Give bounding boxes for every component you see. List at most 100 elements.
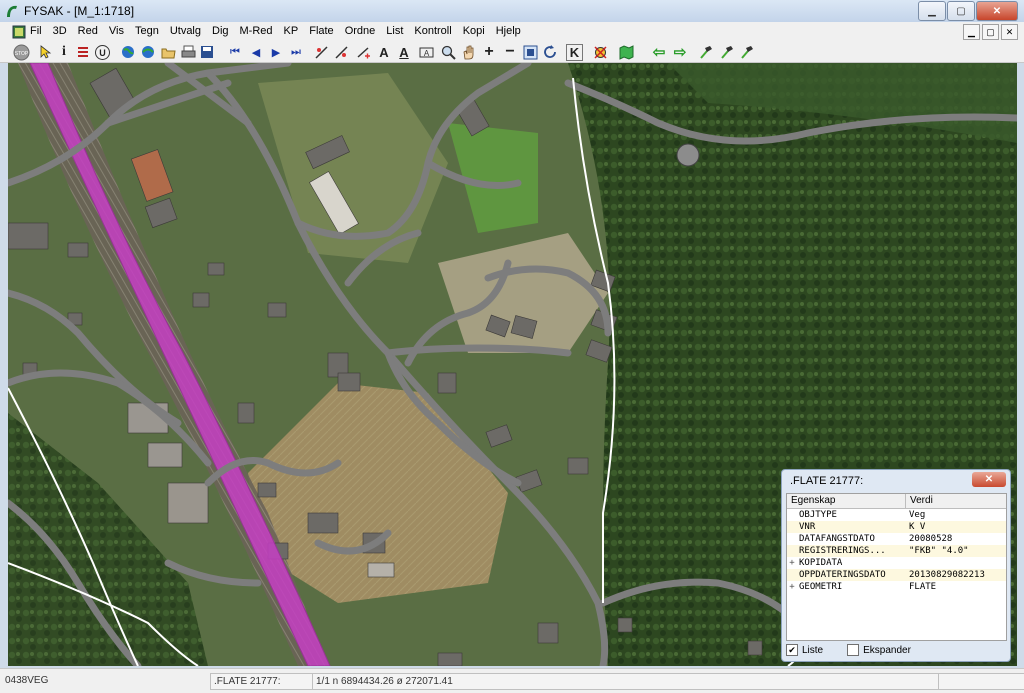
snap-icon[interactable] xyxy=(592,44,608,60)
text-a-icon[interactable]: A xyxy=(376,44,392,60)
zoom-window-icon[interactable] xyxy=(522,44,538,60)
text-a2-icon[interactable]: A xyxy=(396,44,412,60)
property-key: VNR xyxy=(799,522,816,532)
property-key: GEOMETRI xyxy=(799,582,843,592)
info-icon[interactable]: i xyxy=(56,44,72,60)
status-extra xyxy=(938,673,1024,690)
table-row[interactable]: + GEOMETRI FLATE xyxy=(787,581,1006,593)
zoom-in-icon[interactable]: + xyxy=(481,43,497,60)
round-building xyxy=(676,143,700,167)
open-folder-icon[interactable] xyxy=(160,44,176,60)
pointer-icon[interactable] xyxy=(37,44,53,60)
column-header-verdi[interactable]: Verdi xyxy=(906,494,933,508)
table-row[interactable]: REGISTRERINGS... "FKB" "4.0" xyxy=(787,545,1006,557)
panel-close-button[interactable]: ✕ xyxy=(972,472,1006,487)
text-edit-icon[interactable]: A xyxy=(418,44,434,60)
edit-point-icon[interactable] xyxy=(355,44,371,60)
panel-footer: ✔ Liste Ekspander xyxy=(786,644,911,656)
property-key: OPPDATERINGSDATO xyxy=(799,570,886,580)
menu-kontroll[interactable]: Kontroll xyxy=(414,25,451,37)
status-coordinates: 1/1 n 6894434.26 ø 272071.41 xyxy=(312,673,940,690)
table-row[interactable]: + KOPIDATA xyxy=(787,557,1006,569)
mdi-restore-button[interactable]: ▢ xyxy=(982,24,999,40)
property-value xyxy=(905,557,1006,569)
table-header: Egenskap Verdi xyxy=(787,494,1006,509)
hammer3-icon[interactable] xyxy=(738,44,754,60)
mdi-minimize-button[interactable]: ▁ xyxy=(963,24,980,40)
next-icon[interactable]: ▶ xyxy=(268,44,284,60)
menu-list[interactable]: List xyxy=(386,25,403,37)
fysak-app-icon xyxy=(7,5,17,17)
zoom-icon[interactable] xyxy=(440,44,456,60)
stop-icon[interactable]: STOP xyxy=(12,44,30,60)
pan-hand-icon[interactable] xyxy=(460,44,476,60)
save-icon[interactable] xyxy=(199,44,215,60)
menu-flate[interactable]: Flate xyxy=(309,25,333,37)
status-object: .FLATE 21777: xyxy=(210,673,314,690)
zoom-out-icon[interactable]: − xyxy=(502,43,518,60)
column-header-egenskap[interactable]: Egenskap xyxy=(787,494,906,508)
menu-red[interactable]: Red xyxy=(78,25,98,37)
last-icon[interactable]: ⏭ xyxy=(288,44,304,60)
expand-kopidata-icon[interactable]: + xyxy=(787,557,797,569)
ekspander-checkbox[interactable] xyxy=(847,644,860,656)
hammer2-icon[interactable] xyxy=(718,44,734,60)
refresh-icon[interactable] xyxy=(542,44,558,60)
window-title: FYSAK - [M_1:1718] xyxy=(24,4,135,18)
close-button[interactable]: ✕ xyxy=(976,1,1018,21)
table-row[interactable]: VNR K V xyxy=(787,521,1006,533)
document-icon[interactable] xyxy=(12,25,26,39)
liste-label: Liste xyxy=(802,644,824,656)
menu-ordne[interactable]: Ordne xyxy=(345,25,376,37)
status-bar: 0438VEG .FLATE 21777: 1/1 n 6894434.26 ø… xyxy=(0,668,1024,693)
expand-geometri-icon[interactable]: + xyxy=(787,581,797,593)
properties-table: Egenskap Verdi OBJTYPE Veg VNR K V DATAF… xyxy=(786,493,1007,641)
menu-kopi[interactable]: Kopi xyxy=(463,25,485,37)
row-expander xyxy=(787,545,797,557)
property-key: OBJTYPE xyxy=(799,510,837,520)
forward-arrow-icon[interactable]: ⇨ xyxy=(672,44,688,61)
globe-icon[interactable] xyxy=(120,44,136,60)
property-value: FLATE xyxy=(909,582,937,592)
table-row[interactable]: OPPDATERINGSDATO 20130829082213 xyxy=(787,569,1006,581)
minimize-button[interactable]: ▁ xyxy=(918,1,946,21)
edit-line-icon[interactable] xyxy=(333,44,349,60)
menu-dig[interactable]: Dig xyxy=(212,25,229,37)
menu-hjelp[interactable]: Hjelp xyxy=(496,25,521,37)
title-bar: FYSAK - [M_1:1718] ▁ ▢ ✕ xyxy=(0,0,1024,23)
row-expander xyxy=(787,509,797,521)
prev-icon[interactable]: ◀ xyxy=(248,44,264,60)
back-arrow-icon[interactable]: ⇦ xyxy=(651,44,667,61)
k-icon[interactable]: K xyxy=(566,44,583,61)
first-icon[interactable]: ⏮ xyxy=(227,44,243,60)
menu-m-red[interactable]: M-Red xyxy=(240,25,273,37)
menu-3d[interactable]: 3D xyxy=(53,25,67,37)
property-value: 20080528 xyxy=(909,534,953,544)
maximize-button[interactable]: ▢ xyxy=(947,1,975,21)
property-key: REGISTRERINGS... xyxy=(799,546,886,556)
mdi-close-button[interactable]: ✕ xyxy=(1001,24,1018,40)
layers-icon[interactable] xyxy=(75,44,91,60)
property-value: Veg xyxy=(909,510,926,520)
table-row[interactable]: DATAFANGSTDATO 20080528 xyxy=(787,533,1006,545)
draw-line-icon[interactable] xyxy=(313,44,329,60)
properties-panel: .FLATE 21777: ✕ Egenskap Verdi OBJTYPE V… xyxy=(781,469,1011,662)
hammer-icon[interactable] xyxy=(697,44,713,60)
globe2-icon[interactable] xyxy=(140,44,156,60)
table-row[interactable]: OBJTYPE Veg xyxy=(787,509,1006,521)
liste-checkbox[interactable]: ✔ xyxy=(786,644,798,656)
row-expander xyxy=(787,521,797,533)
panel-title: .FLATE 21777: xyxy=(790,475,864,487)
print-icon[interactable] xyxy=(180,44,196,60)
svg-text:A: A xyxy=(423,49,429,58)
row-expander xyxy=(787,533,797,545)
menu-vis[interactable]: Vis xyxy=(109,25,124,37)
ekspander-label: Ekspander xyxy=(863,644,911,656)
map-icon[interactable] xyxy=(618,44,634,60)
menu-fil[interactable]: Fil xyxy=(30,25,42,37)
menu-bar: Fil 3D Red Vis Tegn Utvalg Dig M-Red KP … xyxy=(0,22,1024,43)
menu-tegn[interactable]: Tegn xyxy=(135,25,159,37)
undo-icon[interactable]: U xyxy=(95,45,110,60)
menu-utvalg[interactable]: Utvalg xyxy=(170,25,201,37)
menu-kp[interactable]: KP xyxy=(284,25,299,37)
